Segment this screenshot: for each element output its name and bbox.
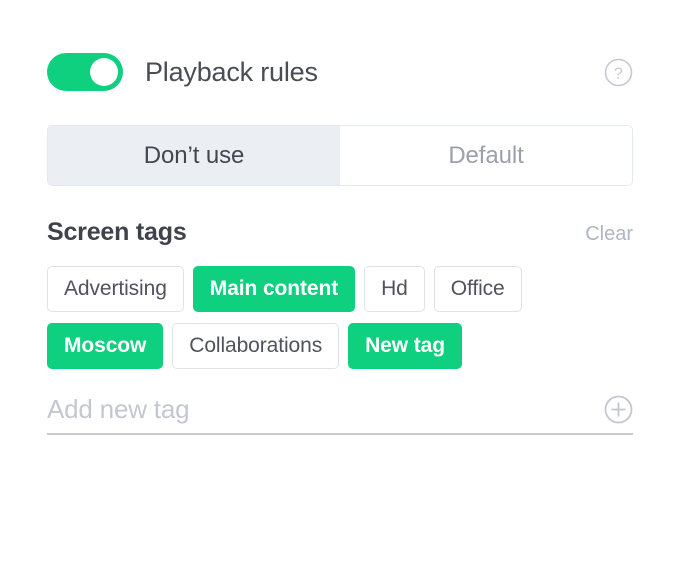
page-title: Playback rules [145, 56, 318, 87]
tag-advertising[interactable]: Advertising [47, 266, 184, 312]
playback-rules-panel: Playback rules ? Don’t use Default Scree… [0, 46, 680, 582]
question-circle-icon[interactable]: ? [604, 58, 633, 87]
mode-tabs: Don’t use Default [47, 125, 633, 186]
tag-hd[interactable]: Hd [364, 266, 425, 312]
tag-main-content[interactable]: Main content [192, 266, 356, 312]
tag-new-tag[interactable]: New tag [348, 323, 462, 369]
tag-office[interactable]: Office [433, 266, 522, 312]
tab-dont-use[interactable]: Don’t use [48, 126, 340, 185]
plus-circle-icon[interactable] [604, 395, 633, 424]
tag-moscow[interactable]: Moscow [47, 323, 164, 369]
panel-header: Playback rules ? [47, 46, 633, 98]
add-tag-input[interactable] [47, 393, 594, 425]
tag-row: Advertising Main content Hd Office [47, 266, 633, 312]
screen-tags-header: Screen tags Clear [47, 218, 633, 247]
tab-default[interactable]: Default [340, 126, 632, 185]
tag-collaborations[interactable]: Collaborations [172, 323, 340, 369]
tag-row: Moscow Collaborations New tag [47, 323, 633, 369]
screen-tags-list: Advertising Main content Hd Office Mosco… [47, 266, 633, 369]
playback-rules-toggle[interactable] [47, 53, 123, 91]
clear-tags-link[interactable]: Clear [585, 223, 633, 246]
svg-text:?: ? [614, 65, 623, 82]
toggle-knob [90, 58, 118, 86]
section-title: Screen tags [47, 218, 187, 246]
add-tag-row [47, 385, 633, 435]
